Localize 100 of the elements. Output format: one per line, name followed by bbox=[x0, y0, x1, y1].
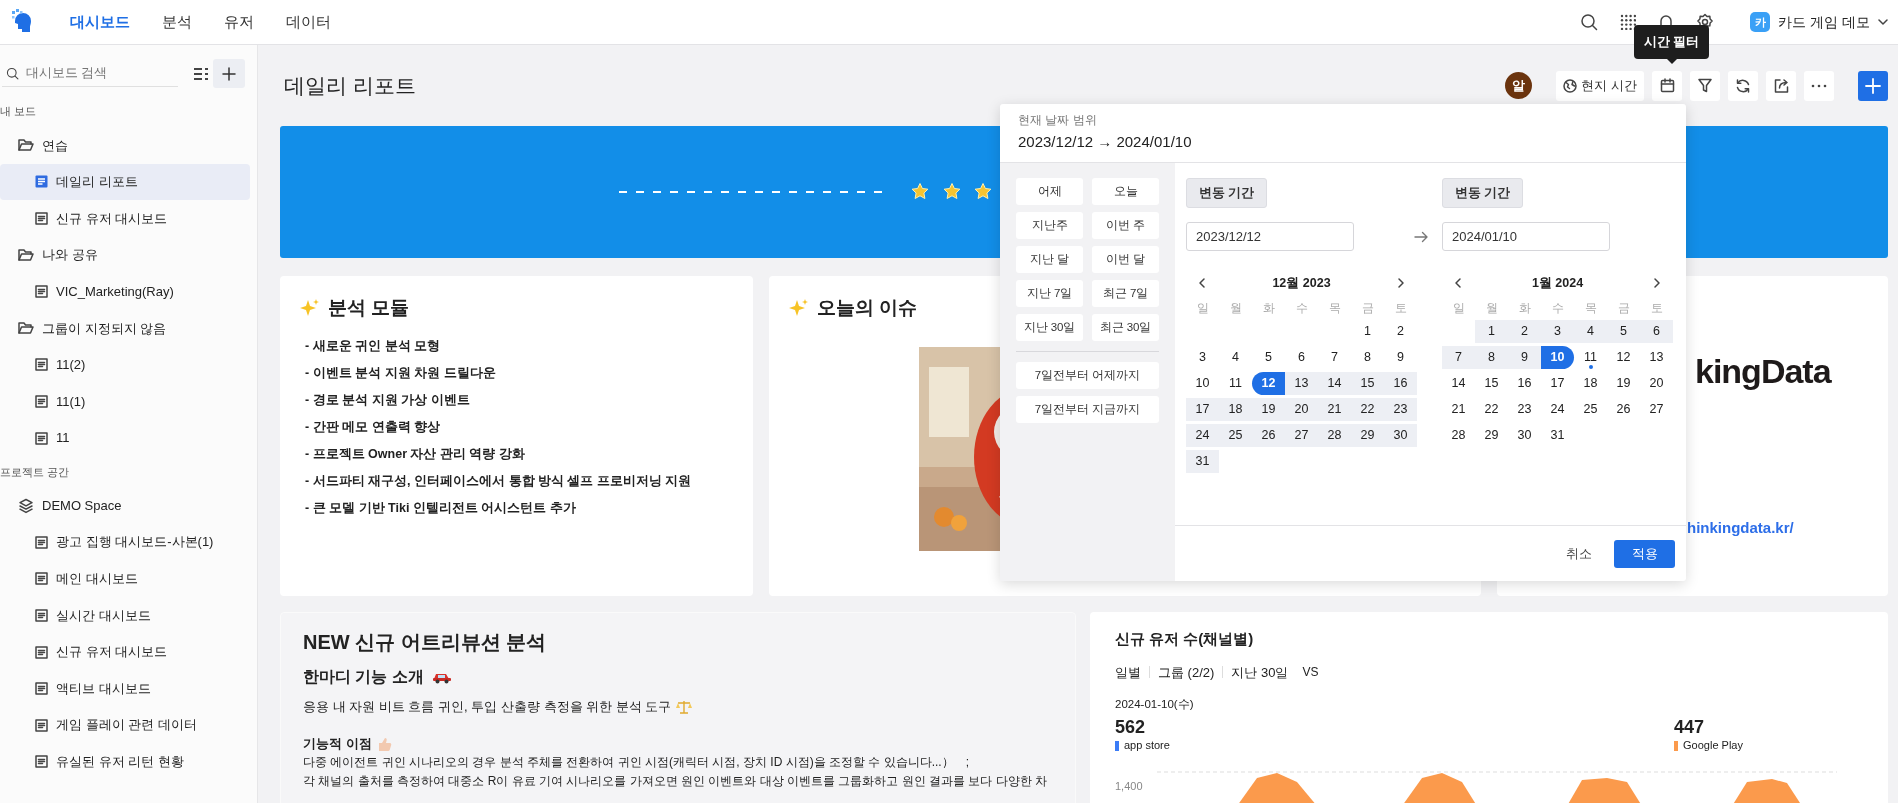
calendar-day[interactable]: 18 bbox=[1219, 398, 1252, 421]
calendar-day[interactable]: 15 bbox=[1351, 372, 1384, 395]
sidebar-item[interactable]: DEMO Space bbox=[0, 487, 250, 524]
calendar-day[interactable]: 9 bbox=[1384, 346, 1417, 369]
calendar-day[interactable]: 30 bbox=[1508, 424, 1541, 447]
sidebar-item[interactable]: 연습 bbox=[0, 127, 250, 164]
list-view-button[interactable] bbox=[193, 66, 209, 81]
sidebar-item[interactable]: 게임 플레이 관련 데이터 bbox=[0, 706, 250, 744]
calendar-day[interactable]: 25 bbox=[1219, 424, 1252, 447]
sidebar-item[interactable]: 11(1) bbox=[0, 383, 250, 420]
calendar-day[interactable]: 22 bbox=[1475, 398, 1508, 421]
calendar-day[interactable]: 6 bbox=[1285, 346, 1318, 369]
calendar-day[interactable]: 17 bbox=[1541, 372, 1574, 395]
calendar-day[interactable]: 13 bbox=[1285, 372, 1318, 395]
calendar-day[interactable]: 3 bbox=[1541, 320, 1574, 343]
preset-button[interactable]: 지난주 bbox=[1016, 212, 1083, 239]
calendar-day[interactable]: 3 bbox=[1186, 346, 1219, 369]
calendar-day[interactable]: 19 bbox=[1607, 372, 1640, 395]
sidebar-item[interactable]: 액티브 대시보드 bbox=[0, 670, 250, 707]
previous-month-button[interactable] bbox=[1198, 277, 1206, 289]
calendar-day[interactable]: 16 bbox=[1508, 372, 1541, 395]
refresh-button[interactable] bbox=[1728, 70, 1758, 101]
date-input[interactable]: 2024/01/10 bbox=[1442, 222, 1610, 251]
calendar-day[interactable]: 14 bbox=[1318, 372, 1351, 395]
calendar-day[interactable]: 11 bbox=[1219, 372, 1252, 395]
calendar-day[interactable]: 29 bbox=[1351, 424, 1384, 447]
apply-button[interactable]: 적용 bbox=[1614, 539, 1675, 568]
sidebar-item[interactable]: 메인 대시보드 bbox=[0, 560, 250, 598]
calendar-day[interactable]: 31 bbox=[1541, 424, 1574, 447]
calendar-day[interactable]: 25 bbox=[1574, 398, 1607, 421]
preset-button[interactable]: 최근 7일 bbox=[1092, 280, 1159, 307]
filter-label[interactable]: 일별 bbox=[1115, 662, 1141, 682]
calendar-day[interactable]: 4 bbox=[1219, 346, 1252, 369]
calendar-day[interactable]: 15 bbox=[1475, 372, 1508, 395]
calendar-day[interactable]: 14 bbox=[1442, 372, 1475, 395]
sidebar-item[interactable]: 실시간 대시보드 bbox=[0, 597, 250, 634]
nav-tab[interactable]: 데이터 bbox=[270, 10, 347, 34]
calendar-day[interactable]: 7 bbox=[1318, 346, 1351, 369]
previous-month-button[interactable] bbox=[1454, 277, 1462, 289]
calendar-day[interactable]: 30 bbox=[1384, 424, 1417, 447]
calendar-day[interactable]: 7 bbox=[1442, 346, 1475, 369]
filter-label[interactable]: 지난 30일 bbox=[1231, 662, 1289, 682]
next-month-button[interactable] bbox=[1653, 277, 1661, 289]
sidebar-item[interactable]: 유실된 유저 리턴 현황 bbox=[0, 743, 250, 781]
preset-button[interactable]: 지난 달 bbox=[1016, 246, 1083, 273]
calendar-day[interactable]: 31 bbox=[1186, 450, 1219, 473]
calendar-day[interactable]: 28 bbox=[1442, 424, 1475, 447]
nav-tab[interactable]: 유저 bbox=[208, 10, 270, 34]
calendar-day[interactable]: 23 bbox=[1384, 398, 1417, 421]
nav-tab[interactable]: 분석 bbox=[146, 10, 208, 34]
calendar-day[interactable]: 24 bbox=[1541, 398, 1574, 421]
preset-button[interactable]: 7일전부터 어제까지 bbox=[1016, 362, 1159, 389]
date-input[interactable]: 2023/12/12 bbox=[1186, 222, 1354, 251]
mode-button[interactable]: 변동 기간 bbox=[1442, 178, 1523, 208]
calendar-day[interactable]: 16 bbox=[1384, 372, 1417, 395]
next-month-button[interactable] bbox=[1397, 277, 1405, 289]
calendar-day[interactable]: 13 bbox=[1640, 346, 1673, 369]
calendar-day[interactable]: 5 bbox=[1607, 320, 1640, 343]
sidebar-item[interactable]: 신규 유저 대시보드 bbox=[0, 200, 250, 237]
calendar-day[interactable]: 8 bbox=[1475, 346, 1508, 369]
calendar-day[interactable]: 29 bbox=[1475, 424, 1508, 447]
calendar-day[interactable]: 10 bbox=[1541, 346, 1574, 369]
timezone-button[interactable]: 현지 시간 bbox=[1556, 70, 1644, 101]
calendar-day[interactable]: 23 bbox=[1508, 398, 1541, 421]
share-button[interactable] bbox=[1766, 70, 1796, 101]
calendar-button[interactable] bbox=[1652, 70, 1682, 101]
search-field[interactable]: 대시보드 검색 bbox=[2, 60, 178, 87]
preset-button[interactable]: 7일전부터 지금까지 bbox=[1016, 396, 1159, 423]
sidebar-item[interactable]: 나와 공유 bbox=[0, 236, 250, 274]
calendar-day[interactable]: 19 bbox=[1252, 398, 1285, 421]
calendar-day[interactable]: 27 bbox=[1285, 424, 1318, 447]
calendar-day[interactable]: 27 bbox=[1640, 398, 1673, 421]
add-button[interactable] bbox=[213, 59, 245, 88]
calendar-day[interactable]: 26 bbox=[1252, 424, 1285, 447]
preset-button[interactable]: 오늘 bbox=[1092, 178, 1159, 205]
sidebar-item[interactable]: 그룹이 지정되지 않음 bbox=[0, 309, 250, 347]
website-link[interactable]: hinkingdata.kr/ bbox=[1687, 517, 1794, 540]
calendar-day[interactable]: 2 bbox=[1384, 320, 1417, 343]
filter-label[interactable]: 그룹 (2/2) bbox=[1158, 662, 1215, 682]
calendar-day[interactable]: 22 bbox=[1351, 398, 1384, 421]
preset-button[interactable]: 이번 달 bbox=[1092, 246, 1159, 273]
preset-button[interactable]: 어제 bbox=[1016, 178, 1083, 205]
calendar-day[interactable]: 20 bbox=[1640, 372, 1673, 395]
mode-button[interactable]: 변동 기간 bbox=[1186, 178, 1267, 208]
calendar-day[interactable]: 9 bbox=[1508, 346, 1541, 369]
preset-button[interactable]: 지난 7일 bbox=[1016, 280, 1083, 307]
cancel-button[interactable]: 취소 bbox=[1564, 542, 1594, 565]
apps-grid-icon[interactable] bbox=[1620, 14, 1637, 30]
calendar-day[interactable]: 4 bbox=[1574, 320, 1607, 343]
calendar-day[interactable]: 21 bbox=[1318, 398, 1351, 421]
compare-label[interactable]: VS bbox=[1302, 663, 1319, 682]
search-icon[interactable] bbox=[1580, 13, 1599, 31]
calendar-day[interactable]: 12 bbox=[1607, 346, 1640, 369]
calendar-day[interactable]: 12 bbox=[1252, 372, 1285, 395]
filter-button[interactable] bbox=[1690, 70, 1720, 101]
calendar-day[interactable]: 20 bbox=[1285, 398, 1318, 421]
preset-button[interactable]: 이번 주 bbox=[1092, 212, 1159, 239]
sidebar-item[interactable]: VIC_Marketing(Ray) bbox=[0, 273, 250, 310]
sidebar-item[interactable]: 11(2) bbox=[0, 346, 250, 384]
calendar-day[interactable]: 1 bbox=[1475, 320, 1508, 343]
